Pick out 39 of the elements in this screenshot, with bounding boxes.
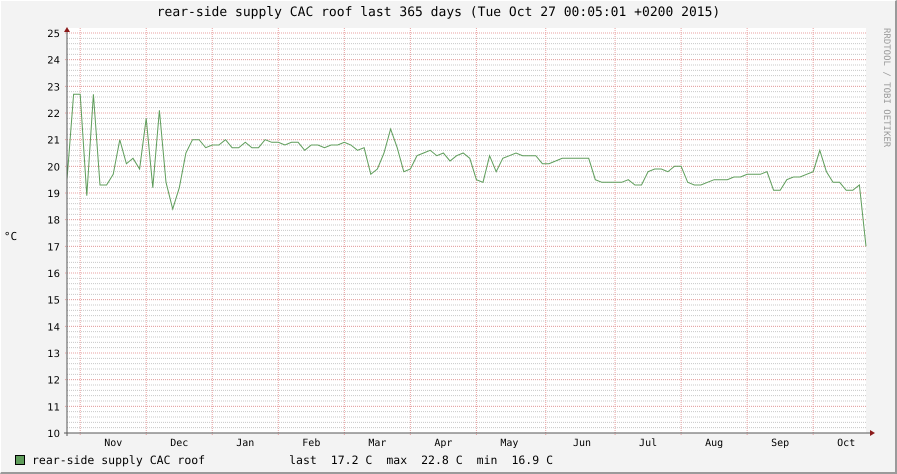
- y-tick-label: 21: [47, 136, 60, 147]
- y-tick-label: 16: [47, 269, 60, 280]
- y-tick-label: 10: [47, 429, 60, 440]
- x-tick-label: Aug: [705, 438, 724, 448]
- y-tick-label: 14: [47, 322, 60, 334]
- y-tick-label: 15: [47, 296, 60, 307]
- axis-label: °C: [4, 230, 18, 242]
- y-tick-label: 18: [47, 216, 60, 227]
- x-tick-label: Sep: [771, 438, 790, 448]
- y-tick-label: 19: [47, 189, 60, 200]
- stat-value: 22.8 C: [421, 453, 463, 467]
- chart-title: rear-side supply CAC roof last 365 days (Tue Oct 27 00:05:01 +0200 2015): [156, 4, 722, 22]
- stat-name: last: [289, 453, 317, 467]
- stat-name: min: [476, 453, 498, 467]
- y-tick-label: 25: [47, 29, 60, 40]
- y-tick-label: 22: [47, 109, 60, 120]
- credit-text: RRDTOOL / TOBI OETIKER: [881, 28, 890, 148]
- y-tick-label: 20: [47, 162, 60, 174]
- x-tick-label: Nov: [104, 438, 122, 448]
- y-tick-label: 11: [47, 402, 60, 414]
- x-tick-label: Jun: [573, 438, 592, 448]
- y-tick-label: 13: [47, 349, 60, 360]
- stat-name: max: [386, 453, 408, 467]
- legend-label: rear-side supply CAC roof: [32, 453, 206, 467]
- y-tick-label: 12: [47, 376, 60, 387]
- y-tick-label: 24: [47, 56, 60, 67]
- stat-value: 16.9 C: [511, 453, 553, 467]
- y-tick-label: 23: [47, 82, 60, 94]
- x-tick-label: Feb: [302, 438, 320, 448]
- stat-value: 17.2 C: [330, 453, 372, 467]
- x-tick-label: Mar: [368, 438, 386, 448]
- x-tick-label: Dec: [170, 438, 188, 448]
- y-tick-label: 17: [47, 242, 60, 254]
- x-tick-label: Jan: [236, 438, 254, 448]
- x-tick-label: Apr: [434, 438, 452, 448]
- x-tick-label: Jul: [639, 438, 658, 448]
- x-tick-label: May: [500, 438, 518, 448]
- legend-swatch: [15, 455, 25, 465]
- x-tick-label: Oct: [837, 438, 856, 448]
